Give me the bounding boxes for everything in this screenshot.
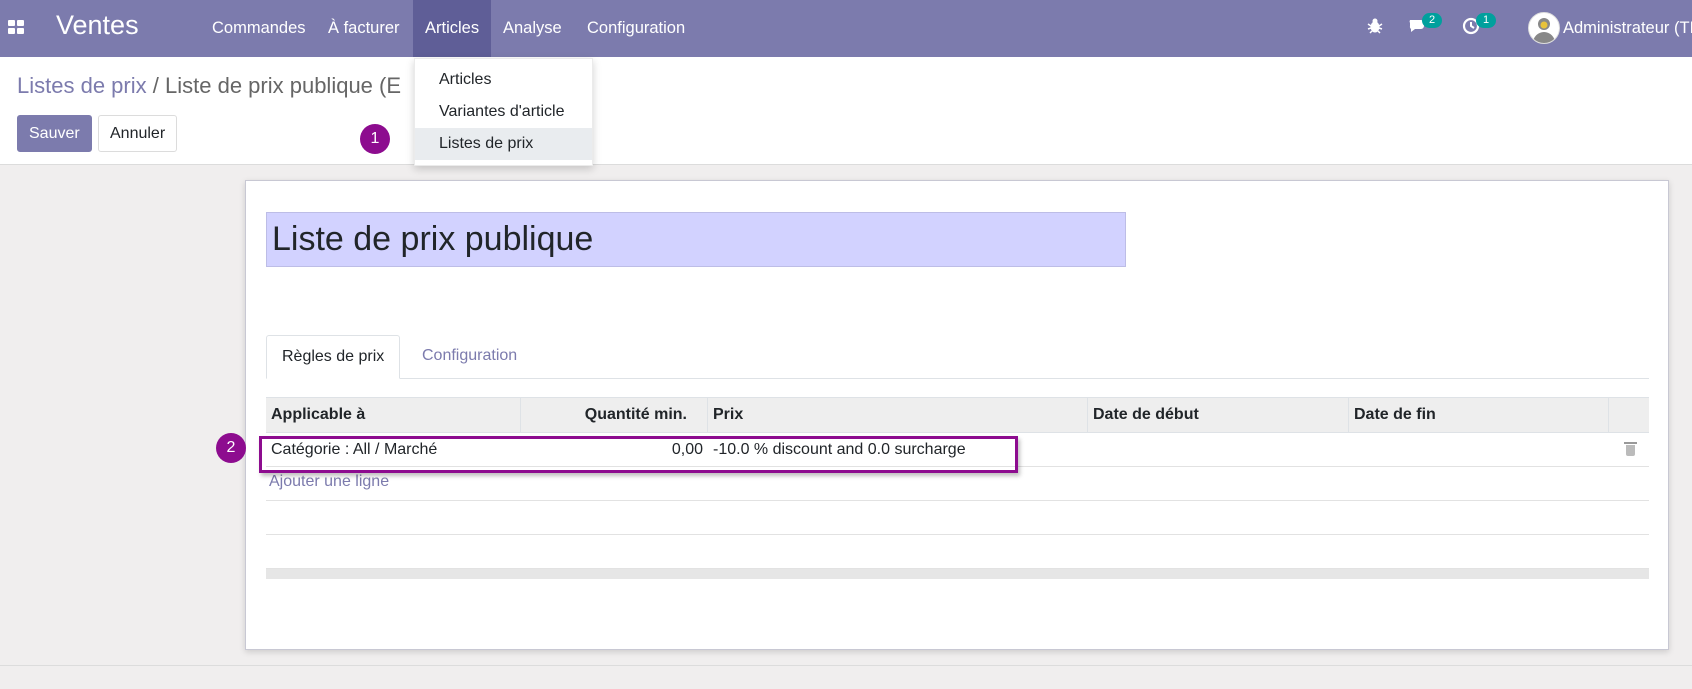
menu-commandes[interactable]: Commandes <box>200 0 318 57</box>
messages-count-badge: 2 <box>1422 13 1442 28</box>
row-highlight-box <box>259 436 1018 473</box>
step-marker-1: 1 <box>360 124 390 154</box>
form-sheet: Liste de prix publique Règles de prix Co… <box>245 180 1669 650</box>
menu-articles[interactable]: Articles <box>413 0 492 57</box>
bug-icon[interactable] <box>1366 17 1384 40</box>
menu-analyse[interactable]: Analyse <box>491 0 574 57</box>
discard-button[interactable]: Annuler <box>98 115 178 152</box>
menu-configuration[interactable]: Configuration <box>575 0 697 57</box>
column-header-min-qty[interactable]: Quantité min. <box>521 398 708 432</box>
menu-a-facturer[interactable]: À facturer <box>316 0 412 57</box>
column-header-price[interactable]: Prix <box>708 398 1088 432</box>
user-avatar[interactable] <box>1528 12 1560 44</box>
tab-price-rules[interactable]: Règles de prix <box>266 335 401 379</box>
cell-date-start[interactable] <box>1088 433 1349 466</box>
cell-date-end[interactable] <box>1349 433 1609 466</box>
tab-configuration[interactable]: Configuration <box>407 335 532 379</box>
chat-icon[interactable]: 2 <box>1408 13 1442 40</box>
save-button[interactable]: Sauver <box>17 115 92 152</box>
activities-count-badge: 1 <box>1476 13 1496 28</box>
divider <box>0 665 1692 666</box>
breadcrumb-separator: / <box>152 73 159 98</box>
apps-menu-icon[interactable] <box>8 20 26 36</box>
dropdown-item-listes-de-prix[interactable]: Listes de prix <box>415 128 592 160</box>
column-header-date-end[interactable]: Date de fin <box>1349 398 1609 432</box>
table-row <box>266 501 1649 535</box>
trash-icon[interactable] <box>1624 442 1637 456</box>
form-tabs: Règles de prix Configuration <box>266 335 1649 379</box>
breadcrumb-current: Liste de prix publique (E <box>165 73 402 98</box>
top-navbar: Ventes Commandes À facturer Articles Ana… <box>0 0 1692 57</box>
dropdown-item-articles[interactable]: Articles <box>415 64 592 96</box>
table-header: Applicable à Quantité min. Prix Date de … <box>266 397 1649 433</box>
app-brand[interactable]: Ventes <box>56 10 139 41</box>
articles-dropdown-menu: Articles Variantes d'article Listes de p… <box>414 58 593 166</box>
clock-icon[interactable]: 1 <box>1462 13 1496 40</box>
table-footer <box>266 569 1649 579</box>
breadcrumb-parent-link[interactable]: Listes de prix <box>17 73 147 98</box>
table-row <box>266 535 1649 569</box>
column-header-date-start[interactable]: Date de début <box>1088 398 1349 432</box>
add-line-link[interactable]: Ajouter une ligne <box>269 473 389 491</box>
user-name[interactable]: Administrateur (TI <box>1563 19 1692 38</box>
breadcrumb: Listes de prix / Liste de prix publique … <box>17 73 401 99</box>
pricelist-name-input[interactable]: Liste de prix publique <box>266 212 1126 267</box>
dropdown-item-variantes[interactable]: Variantes d'article <box>415 96 592 128</box>
control-panel: Listes de prix / Liste de prix publique … <box>0 57 1692 165</box>
column-header-applicable[interactable]: Applicable à <box>266 398 521 432</box>
step-marker-2: 2 <box>216 433 246 463</box>
